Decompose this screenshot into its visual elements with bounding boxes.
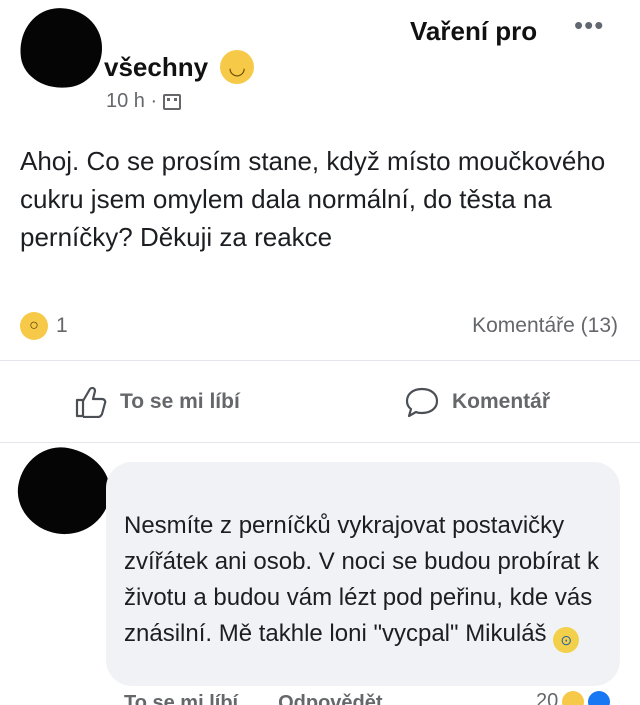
comment-button[interactable]: Komentář [404,386,550,418]
post-meta: 10 h · [106,90,182,113]
more-options-icon[interactable]: ••• [574,10,604,41]
post-body: Ahoj. Co se prosím stane, když místo mou… [20,146,606,252]
smile-emoji-icon: ◡ [220,50,255,84]
comment-bubble-icon [405,387,439,418]
author-avatar[interactable] [14,2,108,94]
reaction-count: 1 [56,314,68,337]
commenter-avatar[interactable] [11,440,117,542]
comment-like-link[interactable]: To se mi líbí [124,692,238,705]
like-button-label: To se mi líbí [120,390,240,413]
comment-actions: To se mi líbí Odpovědět [124,692,383,705]
comment-text: Nesmíte z perníčků vykrajovat postavičky… [124,512,599,647]
group-audience-icon [163,93,182,110]
group-name-link[interactable]: Vaření pro [410,16,537,47]
author-name[interactable]: všechny ◡ [104,50,255,84]
laugh-emoji-icon [562,690,585,705]
comments-count-link[interactable]: Komentáře (13) [472,314,618,338]
like-button[interactable]: To se mi líbí [74,386,240,418]
divider [0,442,640,443]
author-name-label: všechny [104,51,209,82]
comment-body: Nesmíte z perníčků vykrajovat postavičky… [124,508,604,653]
comment-reaction-count: 20 [536,690,559,705]
divider [0,360,640,361]
screaming-face-emoji-icon: ⊙ [553,627,580,653]
like-emoji-icon [588,690,611,705]
comment-button-label: Komentář [452,390,551,413]
post-reactions[interactable]: ○ 1 [20,312,68,340]
comment-reply-link[interactable]: Odpovědět [278,692,382,705]
wow-face-icon: ○ [20,312,48,340]
thumbs-up-icon [75,386,107,418]
post-time[interactable]: 10 h · [106,90,157,113]
comment-reactions[interactable]: 20 [536,690,611,705]
